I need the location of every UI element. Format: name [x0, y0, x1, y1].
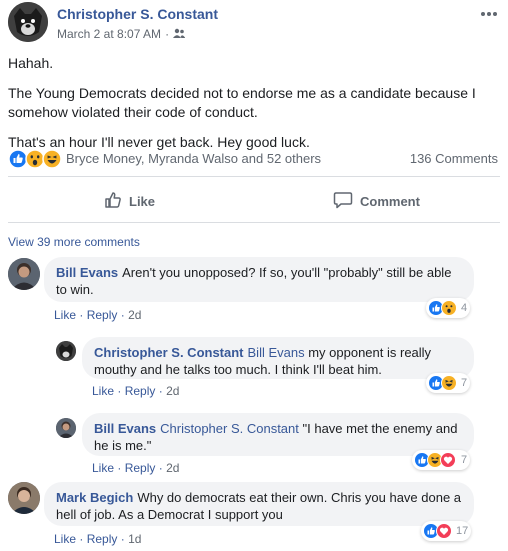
mention-link[interactable]: Bill Evans [248, 345, 305, 360]
comment-reactions[interactable]: 4 [426, 298, 471, 318]
comment-reaction-count: 4 [461, 302, 468, 314]
separator: · [158, 461, 163, 475]
comment-bubble: Bill Evans Aren't you unopposed? If so, y… [44, 257, 474, 302]
separator: · [79, 532, 84, 546]
separator: · [117, 461, 122, 475]
like-button-label: Like [129, 193, 156, 209]
reaction-names[interactable]: Bryce Money, Myranda Walso and 52 others [66, 151, 321, 166]
comment-button[interactable]: Comment [333, 190, 420, 212]
comment-actions: Like · Reply · 2d [92, 461, 179, 475]
comment-reactions[interactable]: 7 [412, 450, 471, 470]
replier-avatar[interactable] [56, 418, 76, 438]
comment-author[interactable]: Bill Evans [94, 421, 156, 436]
divider [8, 176, 500, 177]
comment-reaction-count: 7 [461, 377, 468, 389]
post-paragraph: The Young Democrats decided not to endor… [8, 85, 476, 120]
comment-like-link[interactable]: Like [54, 308, 76, 322]
comment-icon [333, 191, 353, 212]
friends-icon[interactable] [173, 27, 186, 41]
separator: · [117, 384, 122, 398]
comment-reactions[interactable]: 7 [426, 373, 471, 393]
post-paragraph: Hahah. [8, 55, 54, 71]
comment-author[interactable]: Christopher S. Constant [94, 345, 244, 360]
separator: · [158, 384, 163, 398]
commenter-avatar[interactable] [8, 482, 40, 514]
thumbs-up-icon [104, 191, 122, 212]
comment-reaction-count: 17 [456, 525, 469, 537]
post-header: Christopher S. Constant March 2 at 8:07 … [0, 0, 508, 48]
reply-bubble: Bill Evans Christopher S. Constant "I hav… [82, 413, 474, 456]
comment-time[interactable]: 2d [128, 308, 141, 322]
reactions-summary: Bryce Money, Myranda Walso and 52 others… [8, 148, 500, 170]
comment-like-link[interactable]: Like [92, 461, 114, 475]
post-body: Hahah. The Young Democrats decided not t… [8, 54, 500, 163]
separator: · [79, 308, 84, 322]
love-reaction-icon [440, 452, 456, 468]
post-timestamp[interactable]: March 2 at 8:07 AM [57, 27, 161, 41]
post-meta: March 2 at 8:07 AM · [57, 27, 186, 41]
comment-actions: Like · Reply · 2d [92, 384, 179, 398]
comment-like-link[interactable]: Like [92, 384, 114, 398]
comment-author[interactable]: Bill Evans [56, 265, 118, 280]
haha-reaction-icon [42, 149, 62, 169]
wow-reaction-icon [441, 300, 457, 316]
comment-bubble: Mark Begich Why do democrats eat their ow… [44, 482, 474, 526]
comment-reactions[interactable]: 17 [421, 521, 472, 541]
separator: · [120, 308, 125, 322]
separator: · [120, 532, 125, 546]
commenter-avatar[interactable] [8, 258, 40, 290]
view-more-comments-link[interactable]: View 39 more comments [8, 235, 140, 249]
haha-reaction-icon [441, 375, 457, 391]
comment-author[interactable]: Mark Begich [56, 490, 133, 505]
like-button[interactable]: Like [104, 190, 155, 212]
comment-button-label: Comment [360, 193, 420, 209]
post-author-name[interactable]: Christopher S. Constant [57, 6, 218, 22]
comment-reaction-count: 7 [461, 454, 468, 466]
reaction-icons[interactable] [8, 149, 64, 169]
comment-actions: Like · Reply · 2d [54, 308, 141, 322]
comment-time[interactable]: 1d [128, 532, 141, 546]
divider [8, 222, 500, 223]
love-reaction-icon [436, 523, 452, 539]
comment-reply-link[interactable]: Reply [125, 461, 156, 475]
comment-like-link[interactable]: Like [54, 532, 76, 546]
wow-reaction-icon [25, 149, 45, 169]
comment-time[interactable]: 2d [166, 384, 179, 398]
more-options-icon[interactable] [480, 4, 498, 22]
comments-count[interactable]: 136 Comments [410, 151, 498, 166]
comment-reply-link[interactable]: Reply [87, 532, 118, 546]
replier-avatar[interactable] [56, 341, 76, 361]
reply-bubble: Christopher S. Constant Bill Evans my opp… [82, 337, 474, 379]
comment-reply-link[interactable]: Reply [87, 308, 118, 322]
comment-actions: Like · Reply · 1d [54, 532, 141, 546]
comment-time[interactable]: 2d [166, 461, 179, 475]
like-reaction-icon [8, 149, 28, 169]
meta-separator: · [165, 27, 170, 41]
author-avatar[interactable] [8, 2, 48, 42]
mention-link[interactable]: Christopher S. Constant [160, 421, 299, 436]
comment-reply-link[interactable]: Reply [125, 384, 156, 398]
